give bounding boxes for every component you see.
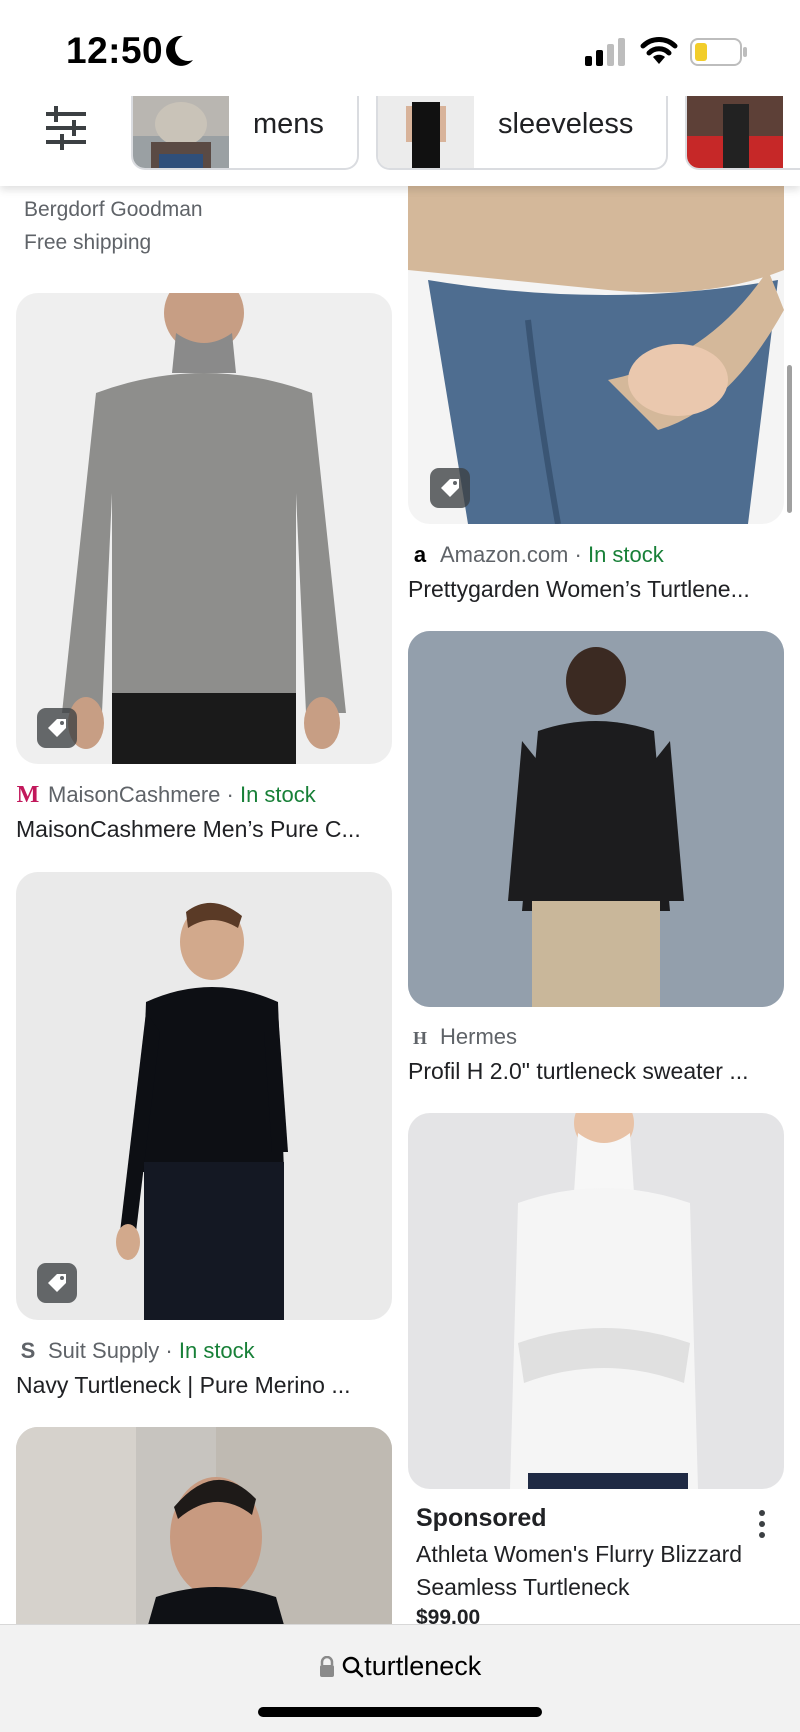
chip-label: sleeveless — [498, 108, 634, 140]
sponsored-title[interactable]: Athleta Women's Flurry Blizzard Seamless… — [416, 1538, 746, 1604]
product-image-hermes[interactable] — [408, 631, 784, 1007]
search-icon — [342, 1656, 364, 1678]
filter-icon[interactable] — [42, 104, 90, 152]
amazon-logo-icon: a — [413, 542, 427, 567]
tag-icon — [37, 708, 77, 748]
result-source-hermes[interactable]: H Hermes — [408, 1024, 517, 1050]
result-source-amazon[interactable]: a Amazon.com · In stock — [408, 542, 664, 568]
lock-icon — [319, 1655, 334, 1677]
product-image-suitsupply[interactable] — [16, 872, 392, 1320]
chip-sleeveless-thumbnail — [378, 96, 474, 168]
result-source-suitsupply[interactable]: S Suit Supply · In stock — [16, 1338, 255, 1364]
scrollbar[interactable] — [787, 365, 792, 513]
chip-mens-thumbnail — [133, 96, 229, 168]
result-title-suitsupply[interactable]: Navy Turtleneck | Pure Merino ... — [16, 1372, 351, 1399]
chip-mens[interactable]: mens — [131, 96, 359, 170]
source-name: Amazon.com — [440, 542, 569, 567]
stock-status: In stock — [587, 542, 664, 567]
result-title-amazon[interactable]: Prettygarden Women’s Turtlene... — [408, 576, 750, 603]
chip-label: mens — [253, 108, 324, 140]
wifi-icon — [640, 37, 678, 64]
suitsupply-logo-icon: S — [20, 1338, 36, 1363]
maisoncashmere-logo-icon: M — [16, 782, 40, 808]
previous-card-shipping: Free shipping — [24, 231, 152, 254]
chip-sleeveless[interactable]: sleeveless — [376, 96, 668, 170]
home-indicator[interactable] — [258, 1707, 542, 1717]
bottom-address-bar: turtleneck — [0, 1624, 800, 1732]
product-photo — [408, 1113, 784, 1489]
product-photo — [408, 631, 784, 1007]
battery-icon — [690, 38, 747, 66]
signal-icon — [585, 38, 625, 66]
status-time: 12:50 — [66, 30, 164, 71]
source-name: MaisonCashmere — [48, 782, 221, 807]
stock-status: In stock — [178, 1338, 255, 1363]
status-bar: 12:50 — [0, 0, 800, 96]
address-field[interactable]: turtleneck — [0, 1651, 800, 1682]
chip-partial-thumbnail — [687, 96, 783, 168]
previous-card-store: Bergdorf Goodman — [24, 198, 203, 221]
filter-chips-bar: mens sleeveless — [0, 96, 800, 186]
source-name: Suit Supply — [48, 1338, 160, 1363]
source-name: Hermes — [440, 1024, 518, 1049]
address-query: turtleneck — [364, 1651, 482, 1681]
result-title-hermes[interactable]: Profil H 2.0" turtleneck sweater ... — [408, 1058, 749, 1085]
product-photo — [16, 872, 392, 1320]
hermes-logo-icon: H — [412, 1028, 427, 1048]
tag-icon — [430, 468, 470, 508]
product-image-maisoncashmere[interactable] — [16, 293, 392, 764]
tag-icon — [37, 1263, 77, 1303]
result-title-maisoncashmere[interactable]: MaisonCashmere Men’s Pure C... — [16, 816, 361, 843]
stock-status: In stock — [239, 782, 316, 807]
moon-icon — [166, 35, 193, 66]
product-image-athleta[interactable] — [408, 1113, 784, 1489]
product-photo — [16, 293, 392, 764]
chip-partial[interactable] — [685, 96, 800, 170]
more-vert-icon[interactable] — [752, 1508, 772, 1540]
result-source-maisoncashmere[interactable]: M MaisonCashmere · In stock — [16, 782, 316, 809]
sponsored-label: Sponsored — [416, 1504, 547, 1532]
